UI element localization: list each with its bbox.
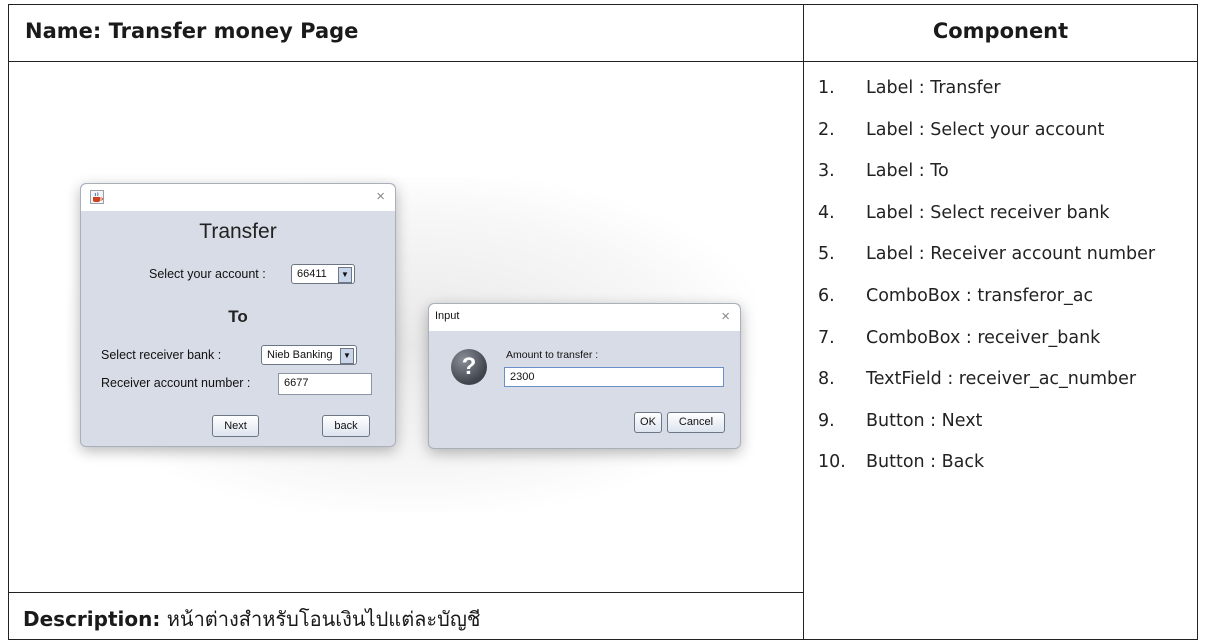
bank-combobox-value: Nieb Banking (267, 349, 333, 361)
input-dialog: Input × ? Amount to transfer : 2300 OK C… (428, 303, 741, 449)
transfer-window: × Transfer Select your account : 66411 ▼… (80, 183, 396, 447)
amount-prompt-label: Amount to transfer : (506, 349, 599, 361)
screenshot-cell: × Transfer Select your account : 66411 ▼… (8, 61, 804, 593)
input-dialog-titlebar: Input × (429, 304, 740, 331)
account-combobox-value: 66411 (297, 268, 327, 280)
close-icon[interactable]: × (721, 308, 730, 325)
bank-combobox[interactable]: Nieb Banking ▼ (261, 345, 357, 365)
component-title: Component (932, 19, 1069, 43)
page-name-heading: Name: Transfer money Page (25, 19, 358, 43)
list-item: 8. TextField : receiver_ac_number (818, 369, 1137, 390)
list-item: 2. Label : Select your account (818, 119, 1105, 140)
description-text: หน้าต่างสำหรับโอนเงินไปแต่ละบัญชี (166, 607, 481, 631)
next-button[interactable]: Next (212, 415, 259, 437)
back-button[interactable]: back (322, 415, 370, 437)
select-account-label: Select your account : (149, 267, 266, 281)
chevron-down-icon[interactable]: ▼ (338, 267, 352, 283)
receiver-account-label: Receiver account number : (101, 376, 251, 390)
close-icon[interactable]: × (376, 188, 385, 205)
document-table: Name: Transfer money Page Component × Tr… (8, 4, 1198, 640)
list-item: 10. Button : Back (818, 452, 985, 473)
to-label: To (228, 307, 248, 326)
chevron-down-icon[interactable]: ▼ (340, 348, 354, 364)
cancel-button[interactable]: Cancel (667, 412, 725, 433)
transfer-window-titlebar: × (81, 184, 395, 211)
account-combobox[interactable]: 66411 ▼ (291, 264, 355, 284)
description: Description: หน้าต่างสำหรับโอนเงินไปแต่ล… (23, 603, 481, 635)
list-item: 6. ComboBox : transferor_ac (818, 285, 1094, 306)
list-item: 4. Label : Select receiver bank (818, 202, 1110, 223)
name-label: Name: (25, 19, 102, 43)
list-item: 3. Label : To (818, 161, 949, 182)
question-icon: ? (451, 349, 487, 385)
component-list-cell: 1. Label : Transfer 2. Label : Select your… (803, 61, 1198, 640)
list-item: 5. Label : Receiver account number (818, 244, 1156, 265)
component-list: 1. Label : Transfer 2. Label : Select your… (818, 70, 1155, 486)
input-dialog-title: Input (435, 310, 460, 322)
transfer-title-label: Transfer (199, 220, 277, 243)
receiver-account-field[interactable]: 6677 (278, 373, 372, 395)
name-value: Transfer money Page (108, 19, 359, 43)
list-item: 7. ComboBox : receiver_bank (818, 327, 1101, 348)
amount-input[interactable]: 2300 (504, 367, 724, 387)
name-cell: Name: Transfer money Page (8, 4, 804, 62)
select-bank-label: Select receiver bank : (101, 348, 222, 362)
description-cell: Description: หน้าต่างสำหรับโอนเงินไปแต่ล… (8, 592, 804, 640)
list-item: 1. Label : Transfer (818, 78, 1001, 98)
ok-button[interactable]: OK (634, 412, 662, 433)
description-label: Description: (23, 607, 161, 631)
component-header-cell: Component (803, 4, 1198, 62)
list-item: 9. Button : Next (818, 410, 983, 431)
java-cup-icon (90, 190, 104, 204)
